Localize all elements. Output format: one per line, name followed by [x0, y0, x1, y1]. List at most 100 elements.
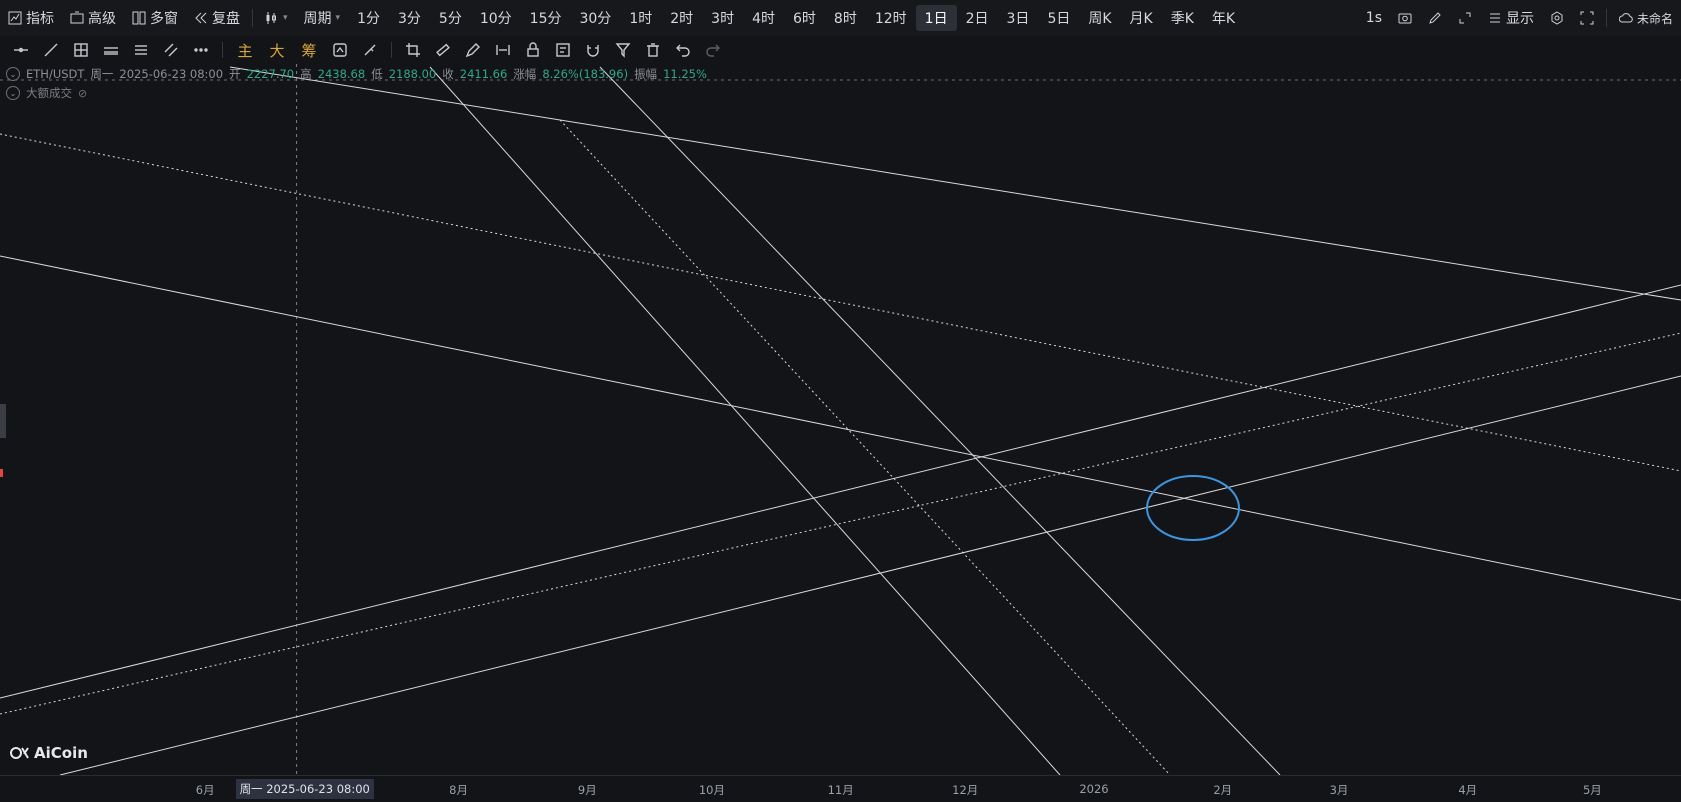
fullscreen-icon [1580, 11, 1594, 25]
crop-tool[interactable] [398, 38, 428, 62]
fib-lines-tool[interactable] [156, 38, 186, 62]
period-16[interactable]: 5日 [1038, 5, 1079, 31]
brush-tool[interactable] [355, 38, 385, 62]
undo-button[interactable] [668, 38, 698, 62]
period-14[interactable]: 2日 [957, 5, 998, 31]
filter-tool[interactable] [608, 38, 638, 62]
time-axis-label: 6月 [195, 783, 215, 797]
replay-button[interactable]: 复盘 [186, 5, 248, 31]
period-20[interactable]: 年K [1203, 5, 1244, 31]
large-trades-button[interactable]: 大 [261, 38, 293, 62]
rectangle-tool[interactable] [66, 38, 96, 62]
filter-icon [615, 43, 631, 58]
lock-tool[interactable] [518, 38, 548, 62]
chevron-down-icon: ▾ [335, 13, 341, 23]
redo-icon [706, 44, 720, 57]
legend-close: 2411.66 [459, 67, 508, 81]
display-label: 显示 [1505, 11, 1534, 27]
more-tools-button[interactable] [186, 38, 216, 62]
legend-high: 2438.68 [317, 67, 366, 81]
indicator-label: 指标 [26, 11, 54, 27]
pen-tool[interactable] [458, 38, 488, 62]
period-9[interactable]: 4时 [743, 5, 784, 31]
period-13[interactable]: 1日 [915, 5, 957, 31]
fullscreen-button[interactable] [1572, 5, 1602, 31]
legend-change-label: 涨幅 [513, 67, 537, 81]
magnet-tool[interactable] [578, 38, 608, 62]
trend-line-tool[interactable] [36, 38, 66, 62]
legend-low: 2188.00 [388, 67, 437, 81]
aicoin-watermark: AiCoin [34, 744, 88, 762]
period-3[interactable]: 10分 [471, 5, 521, 31]
period-10[interactable]: 6时 [784, 5, 825, 31]
period-11[interactable]: 8时 [825, 5, 866, 31]
period-2[interactable]: 5分 [430, 5, 471, 31]
trend-line [0, 284, 1681, 699]
multi-window-button[interactable]: 多窗 [124, 5, 186, 31]
divider [252, 9, 253, 27]
edit-button[interactable] [1420, 5, 1450, 31]
measure-tool[interactable] [488, 38, 518, 62]
channel-tool[interactable] [96, 38, 126, 62]
crosshair-time-label: 周一 2025-06-23 08:00 [235, 779, 374, 799]
legend-high-label: 高 [300, 67, 312, 81]
price-chart[interactable]: ← 4956.78← 1731.70 [0, 64, 1681, 775]
screenshot-button[interactable] [1390, 5, 1420, 31]
horizontal-line-tool[interactable] [6, 38, 36, 62]
layout-tool[interactable] [325, 38, 355, 62]
chart-grid [0, 64, 1681, 775]
multi-window-label: 多窗 [150, 11, 178, 27]
time-axis[interactable]: 周一 2025-06-23 08:00 6月 8月 9月 10月 11月 12月 2026 2… [0, 775, 1681, 802]
chip-distribution-button[interactable]: 筹 [293, 38, 325, 62]
ohlc-legend: ⌄ ETH/USDT 周一 2025-06-23 08:00 开 2227.70 … [6, 66, 707, 82]
collapse-icon[interactable]: ⌄ [6, 67, 20, 81]
time-axis-label: 5月 [1582, 783, 1602, 797]
period-15[interactable]: 3日 [998, 5, 1039, 31]
candle-type-button[interactable]: ▾ [257, 5, 296, 31]
collapse-icon[interactable]: ⌄ [6, 86, 20, 100]
period-8[interactable]: 3时 [702, 5, 743, 31]
realtime-1s-label: 1s [1365, 10, 1382, 26]
time-axis-label: 11月 [827, 783, 854, 797]
trend-line [59, 375, 1681, 775]
time-axis-label: 3月 [1329, 783, 1349, 797]
display-button[interactable]: 显示 [1480, 5, 1542, 31]
large-trades-label: 大额成交 [26, 86, 72, 100]
eye-hidden-icon[interactable]: ⊘ [78, 87, 87, 100]
period-7[interactable]: 2时 [661, 5, 702, 31]
settings-button[interactable] [1542, 5, 1572, 31]
time-axis-label: 9月 [577, 783, 597, 797]
horizontal-line-icon [14, 47, 28, 53]
main-chart-button[interactable]: 主 [229, 38, 261, 62]
delete-tool[interactable] [638, 38, 668, 62]
side-panel-handle[interactable] [0, 404, 6, 438]
period-menu[interactable]: 周期 ▾ [296, 5, 349, 31]
parallel-lines-tool[interactable] [126, 38, 156, 62]
measure-icon [496, 45, 510, 55]
highlight-ellipse [1146, 475, 1240, 541]
realtime-1s-button[interactable]: 1s [1358, 5, 1390, 31]
layout-name-button[interactable]: 未命名 [1611, 5, 1681, 31]
indicator-button[interactable]: 指标 [0, 5, 62, 31]
period-6[interactable]: 1时 [620, 5, 661, 31]
advanced-button[interactable]: 高级 [62, 5, 124, 31]
divider [391, 42, 392, 58]
expand-button[interactable] [1450, 5, 1480, 31]
period-1[interactable]: 3分 [389, 5, 430, 31]
period-18[interactable]: 月K [1121, 5, 1162, 31]
period-5[interactable]: 30分 [570, 5, 620, 31]
period-17[interactable]: 周K [1079, 5, 1120, 31]
redo-button[interactable] [698, 38, 728, 62]
period-12[interactable]: 12时 [866, 5, 916, 31]
period-4[interactable]: 15分 [521, 5, 571, 31]
time-axis-label: 2026 [1079, 782, 1109, 796]
legend-amplitude: 11.25% [663, 67, 707, 81]
period-19[interactable]: 季K [1162, 5, 1203, 31]
camera-icon [1398, 13, 1412, 24]
chevron-down-icon: ▾ [283, 13, 288, 23]
ruler-tool[interactable] [428, 38, 458, 62]
trend-line [0, 255, 1681, 601]
candle-type-icon [266, 12, 276, 24]
note-tool[interactable] [548, 38, 578, 62]
period-0[interactable]: 1分 [348, 5, 389, 31]
